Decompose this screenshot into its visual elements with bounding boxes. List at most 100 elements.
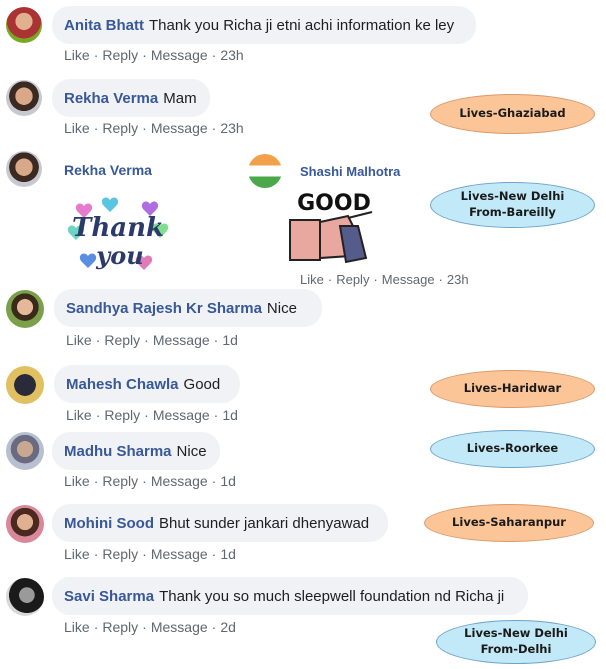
comment-bubble: Anita Bhatt Thank you Richa ji etni achi… (52, 6, 476, 44)
separator: · (142, 473, 147, 489)
avatar[interactable] (6, 7, 42, 43)
commenter-name[interactable]: Savi Sharma (64, 588, 154, 605)
separator: · (373, 272, 378, 287)
separator: · (93, 619, 99, 635)
location-label-text: Lives-New Delhi (464, 626, 568, 641)
avatar[interactable] (6, 290, 44, 328)
reply-link[interactable]: Reply (102, 619, 138, 635)
reply-link[interactable]: Reply (104, 332, 140, 348)
reply-link[interactable]: Reply (102, 47, 138, 63)
location-label-text: Lives-Ghaziabad (459, 106, 566, 121)
good-sticker-art: GOOD (289, 191, 373, 264)
separator: · (142, 619, 147, 635)
comment-text: Nice (176, 442, 207, 460)
sticker-text-line2: you (95, 241, 143, 270)
separator: · (438, 272, 443, 287)
commenter-name[interactable]: Sandhya Rajesh Kr Sharma (66, 300, 262, 317)
message-link[interactable]: Message (151, 473, 208, 489)
comment-actions: Like · Reply · Message · 23h (64, 47, 244, 63)
avatar[interactable] (6, 151, 42, 187)
avatar[interactable] (248, 154, 282, 188)
like-link[interactable]: Like (66, 407, 92, 423)
reply-link[interactable]: Reply (102, 546, 138, 562)
location-label-text: Lives-Roorkee (466, 441, 559, 456)
avatar[interactable] (6, 80, 42, 116)
separator: · (327, 272, 333, 287)
like-link[interactable]: Like (66, 332, 92, 348)
message-link[interactable]: Message (382, 272, 435, 287)
message-link[interactable]: Message (151, 47, 208, 63)
comment-actions: Like · Reply · Message · 1d (66, 332, 238, 348)
avatar[interactable] (6, 578, 44, 616)
separator: · (144, 407, 149, 423)
reply-link[interactable]: Reply (102, 473, 138, 489)
location-label: Lives-Haridwar (430, 370, 595, 408)
comment-text: Mam (163, 89, 197, 107)
comment-actions: Like · Reply · Message · 23h (64, 120, 244, 136)
timestamp[interactable]: 23h (447, 272, 469, 287)
reply-link[interactable]: Reply (336, 272, 369, 287)
message-link[interactable]: Message (151, 546, 208, 562)
commenter-name[interactable]: Mahesh Chawla (66, 376, 179, 393)
location-label-text: Lives-Saharanpur (452, 515, 566, 530)
comment-bubble: Savi Sharma Thank you so much sleepwell … (52, 577, 528, 615)
timestamp[interactable]: 1d (220, 473, 236, 489)
comment-bubble: Mahesh Chawla Good (54, 365, 240, 403)
separator: · (93, 120, 99, 136)
separator: · (142, 546, 147, 562)
comment-bubble: Sandhya Rajesh Kr Sharma Nice (54, 289, 322, 327)
like-link[interactable]: Like (64, 120, 90, 136)
comment-actions: Like · Reply · Message · 2d (64, 619, 236, 635)
comment-text: Thank you Richa ji etni achi information… (149, 16, 455, 34)
like-link[interactable]: Like (64, 546, 90, 562)
timestamp[interactable]: 1d (222, 332, 238, 348)
avatar[interactable] (6, 432, 44, 470)
comment-bubble: Mohini Sood Bhut sunder jankari dhenyawa… (52, 504, 388, 542)
separator: · (213, 332, 219, 348)
location-label: Lives-Saharanpur (424, 504, 594, 542)
reply-link[interactable]: Reply (104, 407, 140, 423)
avatar[interactable] (6, 366, 44, 404)
comment-bubble: Rekha Verma Mam (52, 79, 210, 117)
message-link[interactable]: Message (153, 332, 210, 348)
separator: · (142, 47, 147, 63)
reply-link[interactable]: Reply (102, 120, 138, 136)
commenter-name[interactable]: Madhu Sharma (64, 443, 172, 460)
timestamp[interactable]: 23h (220, 120, 243, 136)
separator: · (93, 47, 99, 63)
message-link[interactable]: Message (153, 407, 210, 423)
timestamp[interactable]: 1d (222, 407, 238, 423)
location-label: Lives-New Delhi From-Bareilly (430, 182, 595, 228)
like-link[interactable]: Like (64, 619, 90, 635)
separator: · (211, 619, 217, 635)
commenter-name[interactable]: Rekha Verma (64, 162, 152, 178)
separator: · (211, 546, 217, 562)
commenter-name[interactable]: Rekha Verma (64, 90, 158, 107)
thank-you-sticker-art: Thank you (67, 197, 169, 270)
comment-actions: Like · Reply · Message · 1d (64, 473, 236, 489)
message-link[interactable]: Message (151, 619, 208, 635)
like-link[interactable]: Like (300, 272, 324, 287)
like-link[interactable]: Like (64, 473, 90, 489)
avatar[interactable] (6, 505, 44, 543)
separator: · (211, 47, 217, 63)
like-link[interactable]: Like (64, 47, 90, 63)
commenter-name[interactable]: Anita Bhatt (64, 17, 144, 34)
timestamp[interactable]: 23h (220, 47, 243, 63)
commenter-name[interactable]: Mohini Sood (64, 515, 154, 532)
location-label-text: From-Bareilly (469, 205, 556, 219)
timestamp[interactable]: 1d (220, 546, 236, 562)
separator: · (95, 407, 101, 423)
good-sticker: GOOD (288, 186, 378, 272)
message-link[interactable]: Message (151, 120, 208, 136)
separator: · (95, 332, 101, 348)
reply-commenter-name[interactable]: Shashi Malhotra (300, 164, 400, 179)
separator: · (93, 546, 99, 562)
timestamp[interactable]: 2d (220, 619, 236, 635)
comment-text: Nice (266, 299, 297, 317)
thank-you-sticker: Thank you (62, 186, 174, 282)
location-label-text: Lives-Haridwar (463, 381, 562, 396)
location-label-text: From-Delhi (480, 642, 552, 656)
separator: · (144, 332, 149, 348)
separator: · (93, 473, 99, 489)
